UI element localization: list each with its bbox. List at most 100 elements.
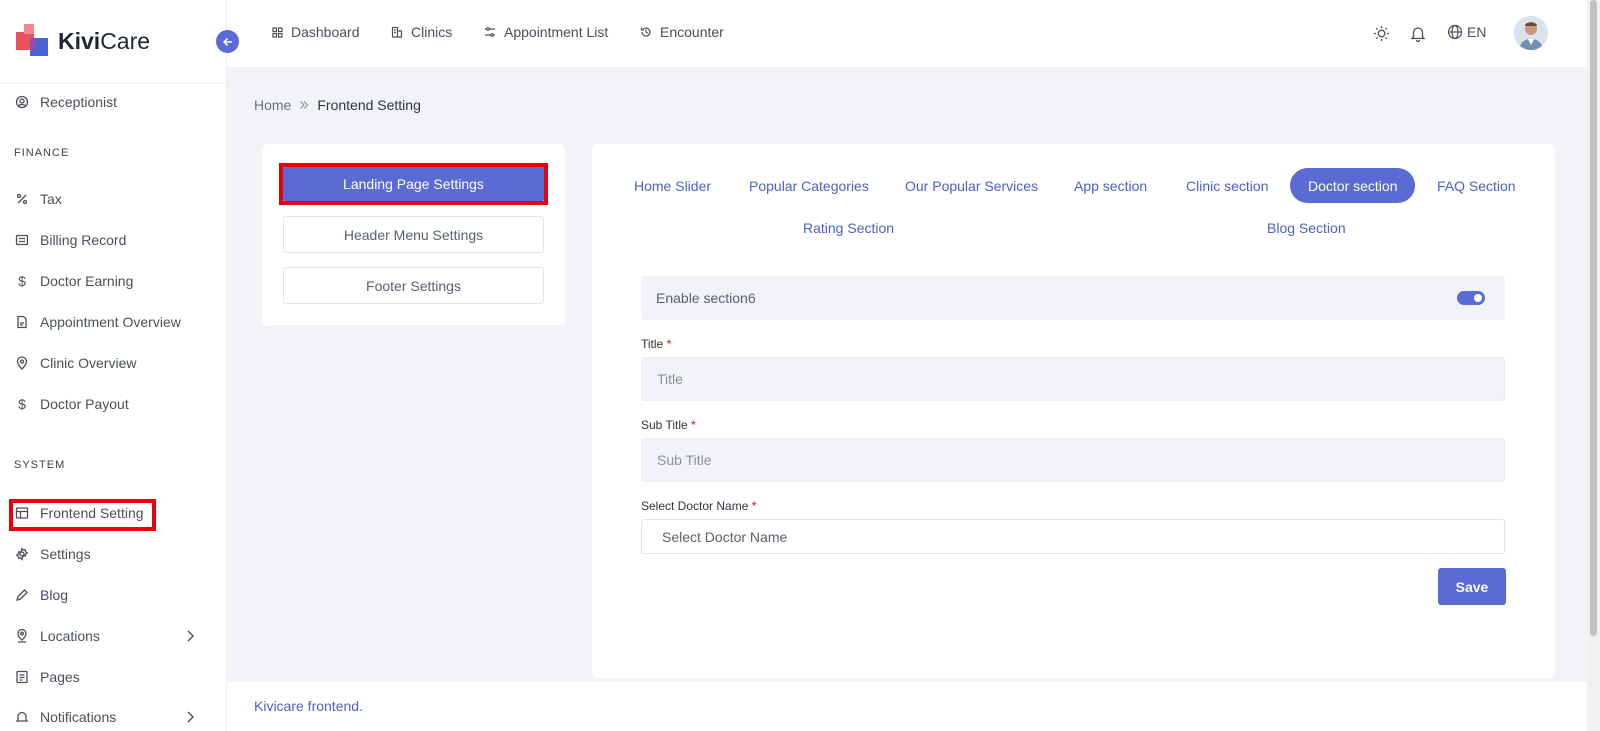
footer-suffix: .: [359, 698, 363, 714]
report-icon: [15, 315, 29, 329]
sidebar-item-label: Doctor Payout: [40, 396, 129, 412]
app-logo[interactable]: KiviCare: [16, 24, 150, 58]
building-icon: [391, 26, 403, 38]
sidebar-item-notifications[interactable]: Notifications: [0, 702, 226, 731]
pages-icon: [15, 670, 29, 684]
language-selector[interactable]: EN: [1447, 24, 1486, 40]
arrow-left-icon: [222, 37, 232, 46]
kivicare-logo-icon: [16, 24, 50, 58]
tab-doctor-section[interactable]: Doctor section: [1290, 168, 1416, 203]
footer-settings-button[interactable]: Footer Settings: [283, 267, 544, 304]
subtitle-label: Sub Title *: [641, 418, 696, 432]
footer-text: Kivicare frontend.: [254, 698, 363, 714]
user-avatar[interactable]: [1514, 16, 1548, 50]
sidebar-collapse-button[interactable]: [216, 30, 239, 53]
scrollbar-thumb[interactable]: [1590, 0, 1597, 636]
required-mark: *: [751, 499, 757, 513]
double-chevron-right-icon: [299, 98, 309, 113]
sidebar-item-billing-record[interactable]: Billing Record: [0, 225, 226, 255]
sidebar-item-doctor-earning[interactable]: $ Doctor Earning: [0, 266, 226, 296]
pencil-icon: [15, 588, 29, 602]
tab-faq-section[interactable]: FAQ Section: [1437, 168, 1516, 203]
chevron-right-icon: [186, 629, 194, 645]
billing-icon: [15, 233, 29, 247]
tab-clinic-section[interactable]: Clinic section: [1186, 168, 1268, 203]
footer-link[interactable]: Kivicare frontend: [254, 698, 359, 714]
sidebar-item-tax[interactable]: Tax: [0, 184, 226, 214]
sidebar-item-label: Notifications: [40, 709, 117, 725]
sidebar-item-settings[interactable]: Settings: [0, 539, 226, 569]
doctor-name-label: Select Doctor Name *: [641, 499, 756, 513]
sidebar-item-label: Doctor Earning: [40, 273, 134, 289]
nav-link-appointment-list[interactable]: Appointment List: [484, 24, 608, 40]
tab-blog-section[interactable]: Blog Section: [1267, 210, 1346, 245]
highlight-box-frontend-setting: [9, 499, 156, 531]
language-label: EN: [1467, 24, 1487, 40]
percent-icon: [15, 192, 29, 206]
chevron-right-icon: [186, 710, 194, 726]
tab-app-section[interactable]: App section: [1074, 168, 1147, 203]
nav-link-label: Dashboard: [291, 24, 360, 40]
globe-icon: [1447, 24, 1463, 40]
sidebar-item-receptionist[interactable]: Receptionist: [0, 87, 226, 117]
tab-rating-section[interactable]: Rating Section: [803, 210, 894, 245]
nav-link-label: Appointment List: [504, 24, 609, 40]
required-mark: *: [691, 418, 696, 432]
tab-our-popular-services[interactable]: Our Popular Services: [905, 168, 1038, 203]
receptionist-icon: [15, 95, 29, 109]
nav-link-label: Clinics: [411, 24, 453, 40]
enable-section-toggle[interactable]: [1457, 291, 1485, 305]
sidebar-item-label: Tax: [40, 191, 62, 207]
sidebar-item-blog[interactable]: Blog: [0, 580, 226, 610]
required-mark: *: [666, 337, 672, 351]
subtitle-input[interactable]: [641, 438, 1505, 482]
tab-home-slider[interactable]: Home Slider: [634, 168, 711, 203]
sidebar: KiviCare Receptionist FINANCE Tax Billin…: [0, 0, 227, 731]
breadcrumb: Home Frontend Setting: [254, 97, 421, 113]
sidebar-item-label: Blog: [40, 587, 69, 603]
location-pin-icon: [15, 356, 29, 370]
sidebar-item-pages[interactable]: Pages: [0, 662, 226, 692]
sidebar-item-locations[interactable]: Locations: [0, 621, 226, 651]
section-label-finance: FINANCE: [14, 147, 70, 159]
sun-icon[interactable]: [1373, 25, 1390, 47]
divider: [0, 83, 226, 84]
gear-icon: [15, 547, 29, 561]
sidebar-item-appointment-overview[interactable]: Appointment Overview: [0, 307, 226, 337]
dollar-icon: $: [18, 273, 26, 289]
tab-popular-categories[interactable]: Popular Categories: [749, 168, 869, 203]
enable-section-row: Enable section6: [641, 276, 1505, 320]
title-input[interactable]: [641, 357, 1505, 401]
bell-icon: [15, 710, 29, 724]
save-button[interactable]: Save: [1438, 568, 1506, 605]
sidebar-item-doctor-payout[interactable]: $ Doctor Payout: [0, 389, 226, 419]
subtitle-label-text: Sub Title: [641, 418, 688, 432]
nav-link-dashboard[interactable]: Dashboard: [272, 24, 360, 40]
history-icon: [640, 26, 652, 38]
doctor-name-label-text: Select Doctor Name: [641, 499, 749, 513]
bell-icon[interactable]: [1410, 25, 1426, 47]
nav-link-encounter[interactable]: Encounter: [640, 24, 724, 40]
title-label-text: Title: [641, 337, 664, 351]
sidebar-item-clinic-overview[interactable]: Clinic Overview: [0, 348, 226, 378]
highlight-box-landing-page: [279, 163, 548, 205]
page-footer: Kivicare frontend.: [227, 682, 1587, 731]
top-navbar: Dashboard Clinics Appointment List Encou…: [227, 0, 1587, 67]
breadcrumb-home[interactable]: Home: [254, 97, 291, 113]
doctor-name-select[interactable]: Select Doctor Name: [641, 519, 1505, 554]
sidebar-item-label: Locations: [40, 628, 100, 644]
sidebar-item-label: Receptionist: [40, 94, 118, 110]
app-name-bold: Kivi: [58, 27, 101, 54]
nav-link-clinics[interactable]: Clinics: [391, 24, 452, 40]
sidebar-item-label: Appointment Overview: [40, 314, 181, 330]
landing-page-content-card: Home Slider Popular Categories Our Popul…: [592, 144, 1555, 678]
sidebar-item-label: Billing Record: [40, 232, 127, 248]
location-pin-icon: [15, 629, 29, 643]
header-menu-settings-button[interactable]: Header Menu Settings: [283, 216, 544, 253]
breadcrumb-current: Frontend Setting: [317, 97, 421, 113]
page-scrollbar[interactable]: [1587, 0, 1600, 731]
doctor-name-placeholder: Select Doctor Name: [662, 528, 788, 545]
section-label-system: SYSTEM: [14, 459, 66, 471]
settings-menu-card: Landing Page Settings Header Menu Settin…: [262, 144, 565, 325]
sidebar-item-label: Settings: [40, 546, 91, 562]
